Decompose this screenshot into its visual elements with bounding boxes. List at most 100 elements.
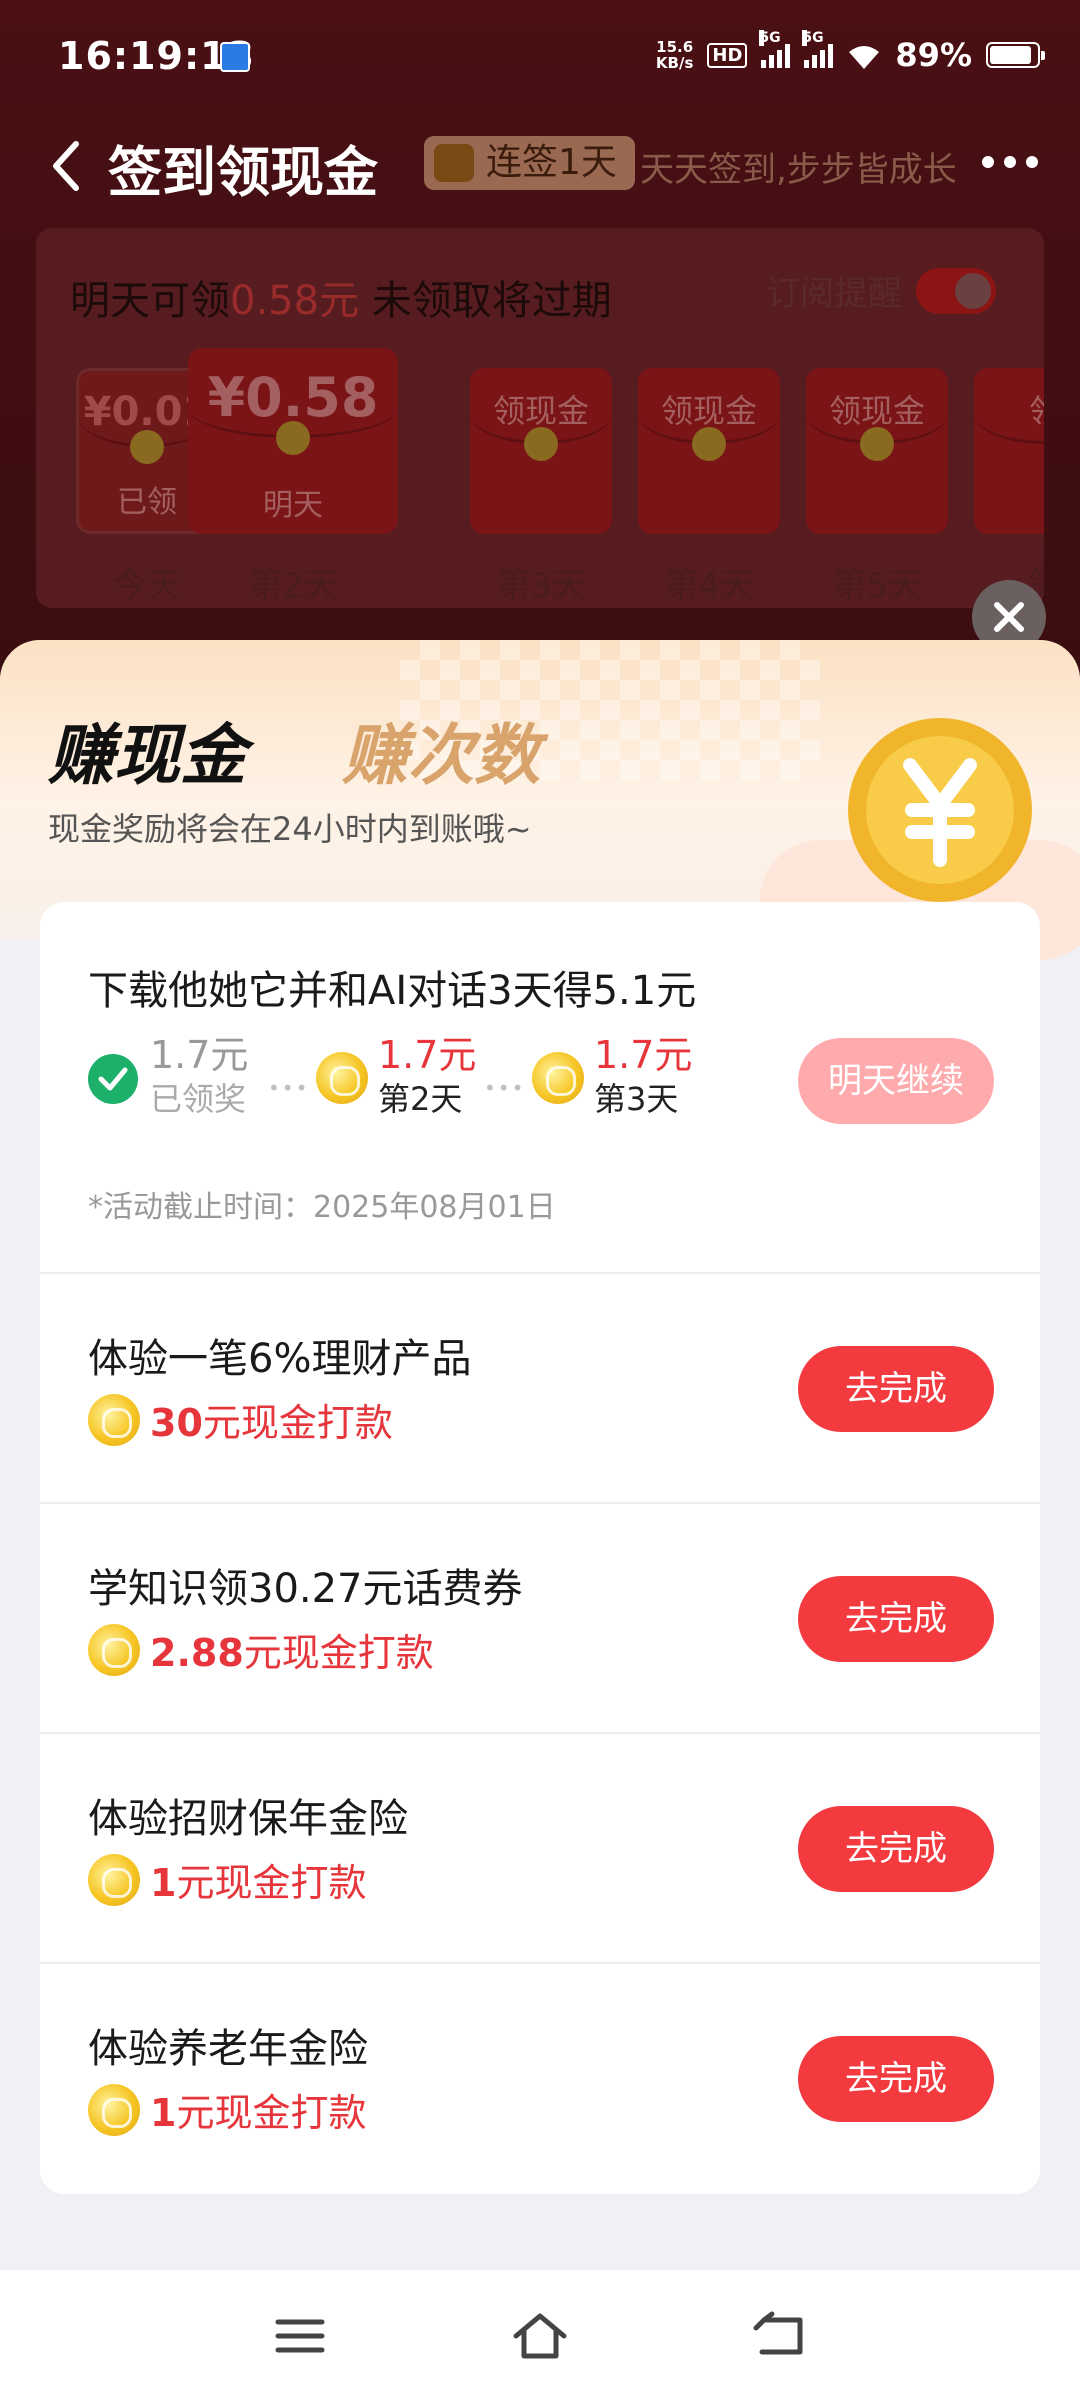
signal-type-2: 5G bbox=[802, 30, 824, 46]
tomorrow-suffix: 未领取将过期 bbox=[359, 278, 612, 324]
streak-badge-icon bbox=[434, 144, 474, 182]
reward-text: 元现金打款 bbox=[176, 1861, 367, 1905]
checkin-day: ¥0.58 明天 第2天 bbox=[188, 348, 398, 607]
day-label: 第5天 bbox=[832, 566, 922, 606]
coin-icon bbox=[532, 1052, 584, 1104]
day-envelope: 领现金 bbox=[470, 368, 612, 534]
task-reward: 1元现金打款 bbox=[88, 1852, 366, 1907]
header-slogan: 天天签到,步步皆成长 bbox=[640, 150, 957, 190]
signal-icon-1: 5G bbox=[759, 30, 791, 68]
coin-icon bbox=[88, 1853, 140, 1906]
task-title: 学知识领30.27元话费券 bbox=[88, 1566, 523, 1612]
day-status: 明天 bbox=[263, 488, 323, 523]
step-amount: 1.7元 bbox=[150, 1033, 249, 1077]
network-speed: 15.6 KB/s bbox=[656, 39, 693, 71]
tab-earn-cash[interactable]: 赚现金 bbox=[48, 702, 268, 798]
checkin-day: 领现金 第3天 bbox=[470, 368, 612, 607]
task-progress-steps: 1.7元 已领奖 ••• 1.7元 第2天 ••• 1.7元 第3天 bbox=[88, 1024, 728, 1124]
status-bar: 16:19:13 15.6 KB/s HD 5G 5G 89% bbox=[0, 0, 1080, 110]
notification-app-icon bbox=[220, 42, 250, 72]
header: 签到领现金 连签1天 天天签到,步步皆成长 bbox=[0, 120, 1080, 210]
go-complete-button[interactable]: 去完成 bbox=[798, 1346, 994, 1432]
reward-amount: 1 bbox=[150, 2091, 177, 2135]
task-reward: 2.88元现金打款 bbox=[88, 1622, 434, 1677]
earn-cash-sheet: 赚现金 赚次数 现金奖励将会在24小时内到账哦~ 下载他她它并和AI对话3天得5… bbox=[0, 640, 1080, 2270]
battery-percent: 89% bbox=[895, 36, 972, 74]
step-connector: ••• bbox=[484, 1076, 526, 1100]
envelope-seal-icon bbox=[276, 421, 310, 455]
day-envelope: 领 bbox=[974, 368, 1044, 534]
day-envelope: ¥0.58 明天 bbox=[188, 348, 398, 534]
tomorrow-amount: 0.58元 bbox=[230, 278, 360, 324]
checkin-day: 领现金 第5天 bbox=[806, 368, 948, 607]
signal-icon-2: 5G bbox=[802, 30, 834, 68]
day-envelope: 领现金 bbox=[638, 368, 780, 534]
checkin-day: 领现金 第4天 bbox=[638, 368, 780, 607]
task-deadline: *活动截止时间：2025年08月01日 bbox=[88, 1190, 556, 1225]
checkin-day: 领 第 bbox=[974, 368, 1044, 607]
go-complete-button[interactable]: 去完成 bbox=[798, 1576, 994, 1662]
coin-icon bbox=[88, 2083, 140, 2136]
subscribe-label: 订阅提醒 bbox=[766, 274, 902, 314]
reward-amount: 1 bbox=[150, 1861, 177, 1905]
back-icon[interactable] bbox=[46, 138, 86, 194]
step-note: 第3天 bbox=[594, 1080, 679, 1118]
envelope-seal-icon bbox=[524, 427, 558, 461]
home-icon[interactable] bbox=[510, 2308, 570, 2364]
task-item: 学知识领30.27元话费券 2.88元现金打款 去完成 bbox=[40, 1504, 1040, 1734]
subscribe-toggle[interactable] bbox=[916, 267, 996, 314]
day-label: 第4天 bbox=[664, 566, 754, 606]
envelope-seal-icon bbox=[860, 427, 894, 461]
day-amount: 领 bbox=[974, 368, 1044, 444]
day-label: 第2天 bbox=[248, 566, 338, 606]
more-icon[interactable] bbox=[982, 156, 1038, 168]
envelope-seal-icon bbox=[692, 427, 726, 461]
wifi-icon bbox=[847, 41, 881, 69]
close-icon bbox=[994, 602, 1024, 632]
system-nav-bar bbox=[0, 2270, 1080, 2400]
step-amount: 1.7元 bbox=[594, 1033, 693, 1077]
reward-text: 元现金打款 bbox=[202, 1401, 393, 1445]
go-complete-button[interactable]: 去完成 bbox=[798, 1806, 994, 1892]
menu-icon[interactable] bbox=[270, 2308, 330, 2364]
task-item: 体验招财保年金险 1元现金打款 去完成 bbox=[40, 1734, 1040, 1964]
sheet-header: 赚现金 赚次数 现金奖励将会在24小时内到账哦~ bbox=[0, 640, 1080, 960]
continue-tomorrow-button[interactable]: 明天继续 bbox=[798, 1038, 994, 1124]
signal-type-1: 5G bbox=[759, 30, 781, 46]
coin-icon bbox=[88, 1623, 140, 1676]
task-item: 体验养老年金险 1元现金打款 去完成 bbox=[40, 1964, 1040, 2194]
checkin-days: ¥0.01 已领 今天 ¥0.58 明天 第2天 领现金 第3天 领现金 第4天… bbox=[66, 348, 1044, 608]
hd-voice-icon: HD bbox=[707, 42, 748, 68]
task-list: 下载他她它并和AI对话3天得5.1元 1.7元 已领奖 ••• 1.7元 第2天… bbox=[40, 902, 1040, 2194]
day-label: 第3天 bbox=[496, 566, 586, 606]
tomorrow-reward-text: 明天可领0.58元 未领取将过期 bbox=[70, 268, 612, 326]
checkin-page-background: 16:19:13 15.6 KB/s HD 5G 5G 89% 签到领现金 连签… bbox=[0, 0, 1080, 700]
task-reward: 30元现金打款 bbox=[88, 1392, 393, 1447]
task-reward: 1元现金打款 bbox=[88, 2082, 366, 2137]
sheet-subtitle: 现金奖励将会在24小时内到账哦~ bbox=[48, 810, 532, 848]
coin-icon bbox=[88, 1393, 140, 1446]
coin-icon bbox=[316, 1052, 368, 1104]
go-complete-button[interactable]: 去完成 bbox=[798, 2036, 994, 2122]
tab-earn-count[interactable]: 赚次数 bbox=[342, 702, 540, 798]
reward-text: 元现金打款 bbox=[243, 1631, 434, 1675]
checkin-card: 明天可领0.58元 未领取将过期 订阅提醒 ¥0.01 已领 今天 ¥0.58 … bbox=[36, 228, 1044, 608]
envelope-seal-icon bbox=[130, 430, 164, 464]
step-note: 已领奖 bbox=[150, 1080, 247, 1118]
step-amount: 1.7元 bbox=[378, 1033, 477, 1077]
task-item: 下载他她它并和AI对话3天得5.1元 1.7元 已领奖 ••• 1.7元 第2天… bbox=[40, 902, 1040, 1274]
step-connector: ••• bbox=[268, 1076, 310, 1100]
tomorrow-prefix: 明天可领 bbox=[70, 278, 230, 324]
network-speed-value: 15.6 bbox=[656, 38, 694, 56]
task-title: 体验一笔6%理财产品 bbox=[88, 1336, 472, 1382]
yuan-coin-icon bbox=[848, 718, 1032, 902]
streak-badge-label: 连签1天 bbox=[486, 142, 617, 183]
subscribe-reminder: 订阅提醒 bbox=[766, 266, 996, 315]
task-title: 体验招财保年金险 bbox=[88, 1796, 408, 1842]
back-nav-icon[interactable] bbox=[750, 2308, 810, 2364]
task-title: 体验养老年金险 bbox=[88, 2026, 368, 2072]
check-icon bbox=[88, 1054, 138, 1104]
step-note: 第2天 bbox=[378, 1080, 463, 1118]
reward-amount: 2.88 bbox=[150, 1631, 244, 1675]
page-title: 签到领现金 bbox=[108, 141, 378, 204]
